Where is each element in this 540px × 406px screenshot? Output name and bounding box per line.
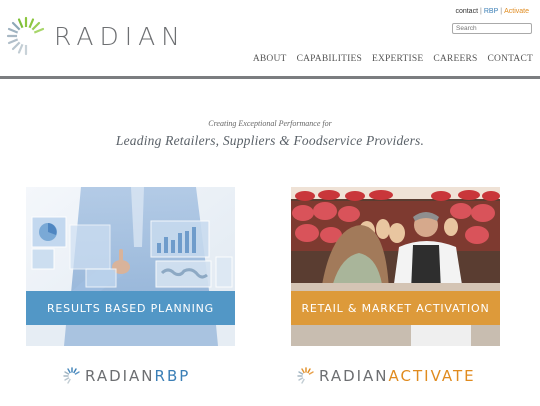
site-header: RADIAN contact|RBP|Activate ABOUT CAPABI… xyxy=(0,0,540,76)
nav-expertise[interactable]: EXPERTISE xyxy=(372,54,423,64)
main-nav: ABOUT CAPABILITIES EXPERTISE CAREERS CON… xyxy=(253,54,533,64)
utility-separator: | xyxy=(500,8,503,15)
radian-logo[interactable]: RADIAN xyxy=(6,14,186,58)
radian-activate-brand[interactable]: RADIAN ACTIVATE xyxy=(297,365,476,387)
hero-tagline-small: Creating Exceptional Performance for xyxy=(208,119,332,128)
nav-contact[interactable]: CONTACT xyxy=(488,54,534,64)
header-divider xyxy=(0,76,540,79)
utility-links: contact | RBP | Activate xyxy=(455,8,529,15)
nav-careers[interactable]: CAREERS xyxy=(433,54,477,64)
utility-activate-link[interactable]: Activate xyxy=(504,8,529,15)
retail-market-activation-card[interactable]: RETAIL & MARKET ACTIVATION xyxy=(291,187,500,346)
radian-rbp-brand[interactable]: RADIAN RBP xyxy=(63,365,190,387)
utility-contact-link[interactable]: contact xyxy=(455,8,478,15)
radian-burst-icon xyxy=(297,367,314,384)
search-input[interactable] xyxy=(452,23,532,34)
nav-capabilities[interactable]: CAPABILITIES xyxy=(297,54,362,64)
results-based-planning-card[interactable]: RESULTS BASED PLANNING xyxy=(26,187,235,346)
radian-burst-icon xyxy=(63,367,80,384)
logo-wordmark: RADIAN xyxy=(54,21,186,51)
radian-burst-icon xyxy=(6,16,45,56)
brand-activate-text: ACTIVATE xyxy=(388,367,476,385)
utility-separator: | xyxy=(480,8,482,15)
nav-about[interactable]: ABOUT xyxy=(253,54,287,64)
brand-radian-text: RADIAN xyxy=(319,367,389,385)
retail-market-activation-banner: RETAIL & MARKET ACTIVATION xyxy=(291,291,500,325)
brand-rbp-text: RBP xyxy=(154,367,191,385)
results-based-planning-banner: RESULTS BASED PLANNING xyxy=(26,291,235,325)
hero-tagline-large: Leading Retailers, Suppliers & Foodservi… xyxy=(115,133,425,148)
utility-rbp-link[interactable]: RBP xyxy=(484,8,498,15)
brand-radian-text: RADIAN xyxy=(85,367,155,385)
